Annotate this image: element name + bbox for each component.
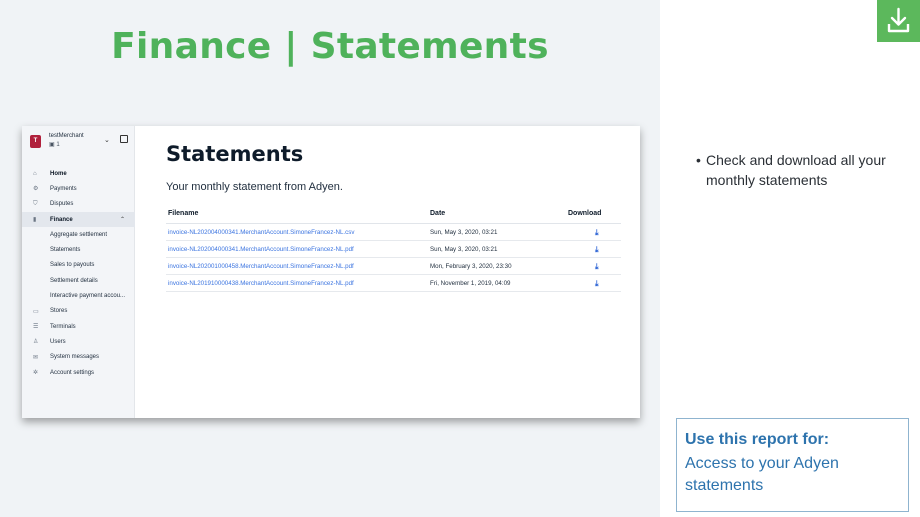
slide-title: Finance | Statements bbox=[111, 26, 549, 67]
sidebar-item-account-settings[interactable]: ✲ Account settings bbox=[22, 365, 135, 380]
column-date: Date bbox=[430, 210, 446, 217]
sidebar-item-stores[interactable]: ▭ Stores bbox=[22, 304, 135, 319]
column-filename: Filename bbox=[168, 210, 199, 217]
sidebar-item-sales-to-payouts[interactable]: Sales to payouts bbox=[22, 258, 135, 273]
sidebar-item-label: Payments bbox=[50, 185, 77, 192]
page-description: Your monthly statement from Adyen. bbox=[166, 181, 343, 193]
sidebar-item-terminals[interactable]: ☰ Terminals bbox=[22, 319, 135, 334]
bullet-point: • Check and download all your monthly st… bbox=[696, 150, 896, 190]
statement-date: Mon, February 3, 2020, 23:30 bbox=[430, 263, 512, 270]
table-row: invoice-NL202004000341.MerchantAccount.S… bbox=[166, 224, 621, 241]
settings-icon: ✲ bbox=[33, 370, 39, 376]
sidebar-item-label: Terminals bbox=[50, 323, 76, 330]
statement-file-link[interactable]: invoice-NL201910000438.MerchantAccount.S… bbox=[168, 280, 354, 287]
stores-icon: ▭ bbox=[33, 308, 39, 315]
bullet-dot: • bbox=[696, 152, 701, 168]
disputes-icon: ⛉ bbox=[33, 200, 38, 207]
download-badge bbox=[877, 0, 920, 42]
bullet-text: Check and download all your monthly stat… bbox=[706, 152, 886, 188]
statement-date: Fri, November 1, 2019, 04:09 bbox=[430, 280, 511, 287]
table-row: invoice-NL202004000341.MerchantAccount.S… bbox=[166, 241, 621, 258]
table-row: invoice-NL202001000458.MerchantAccount.S… bbox=[166, 258, 621, 275]
sidebar-item-label: Home bbox=[50, 170, 67, 177]
table-row: invoice-NL201910000438.MerchantAccount.S… bbox=[166, 275, 621, 292]
account-count: ▣ 1 bbox=[49, 141, 60, 148]
sidebar-item-interactive-payment-accou[interactable]: Interactive payment accou... bbox=[22, 288, 135, 303]
main-content: Statements Your monthly statement from A… bbox=[135, 126, 640, 418]
sidebar-item-label: Stores bbox=[50, 308, 68, 315]
home-icon: ⌂ bbox=[33, 170, 37, 177]
page-title: Statements bbox=[166, 142, 304, 166]
account-count-value: 1 bbox=[56, 142, 60, 148]
sidebar-item-label: Disputes bbox=[50, 201, 74, 208]
chevron-down-icon[interactable]: ⌄ bbox=[104, 136, 110, 144]
sidebar-item-label: Sales to payouts bbox=[50, 262, 95, 269]
account-name: testMerchant bbox=[49, 133, 84, 139]
table-body: invoice-NL202004000341.MerchantAccount.S… bbox=[166, 224, 621, 292]
sidebar-item-label: Settlement details bbox=[50, 277, 98, 284]
sidebar-item-users[interactable]: ♙ Users bbox=[22, 334, 135, 349]
sidebar-nav: ⌂ Home ⚙ Payments ⛉ Disputes ▮ Finance ⌃ Aggregat… bbox=[22, 166, 135, 380]
statement-file-link[interactable]: invoice-NL202001000458.MerchantAccount.S… bbox=[168, 263, 354, 270]
sidebar-item-label: Users bbox=[50, 338, 66, 345]
statements-table: Filename Date Download invoice-NL2020040… bbox=[166, 206, 621, 292]
sidebar-item-finance[interactable]: ▮ Finance ⌃ bbox=[22, 211, 135, 228]
download-icon bbox=[887, 7, 910, 33]
note-body: Access to your Adyen statements bbox=[685, 455, 839, 494]
download-icon[interactable]: ⤓ bbox=[595, 245, 599, 255]
terminals-icon: ☰ bbox=[33, 324, 39, 331]
sidebar-item-system-messages[interactable]: ✉ System messages bbox=[22, 350, 135, 365]
payments-icon: ⚙ bbox=[33, 186, 39, 193]
download-icon[interactable]: ⤓ bbox=[595, 262, 599, 272]
column-download: Download bbox=[568, 210, 602, 217]
sidebar-item-disputes[interactable]: ⛉ Disputes bbox=[22, 197, 135, 212]
sidebar-item-home[interactable]: ⌂ Home bbox=[22, 166, 135, 181]
statement-date: Sun, May 3, 2020, 03:21 bbox=[430, 246, 498, 253]
sidebar-item-settlement-details[interactable]: Settlement details bbox=[22, 273, 135, 288]
sidebar: T testMerchant ▣ 1 ⌄ ⌂ Home ⚙ Payments ⛉ Disp… bbox=[22, 126, 135, 418]
sidebar-item-label: Interactive payment accou... bbox=[50, 293, 126, 300]
messages-icon: ✉ bbox=[33, 354, 39, 361]
note-heading: Use this report for: bbox=[685, 431, 830, 448]
sidebar-item-label: Finance bbox=[50, 216, 73, 223]
report-use-box: Use this report for: Access to your Adye… bbox=[676, 418, 909, 512]
table-header: Filename Date Download bbox=[166, 206, 621, 224]
sidebar-item-aggregate-settlement[interactable]: Aggregate settlement bbox=[22, 227, 135, 242]
app-screenshot: T testMerchant ▣ 1 ⌄ ⌂ Home ⚙ Payments ⛉ Disp… bbox=[22, 126, 640, 418]
sidebar-item-label: Aggregate settlement bbox=[50, 231, 108, 238]
users-icon: ♙ bbox=[33, 339, 39, 346]
sidebar-toggle-icon[interactable] bbox=[120, 135, 128, 143]
account-switcher[interactable]: T testMerchant ▣ 1 ⌄ bbox=[30, 133, 130, 153]
download-icon[interactable]: ⤓ bbox=[595, 279, 599, 289]
statement-file-link[interactable]: invoice-NL202004000341.MerchantAccount.S… bbox=[168, 229, 354, 236]
avatar: T bbox=[30, 135, 41, 148]
sidebar-item-statements[interactable]: Statements bbox=[22, 242, 135, 257]
statement-file-link[interactable]: invoice-NL202004000341.MerchantAccount.S… bbox=[168, 246, 354, 253]
sidebar-item-label: System messages bbox=[50, 354, 100, 361]
download-icon[interactable]: ⤓ bbox=[595, 228, 599, 238]
chevron-up-icon: ⌃ bbox=[120, 217, 126, 224]
statement-date: Sun, May 3, 2020, 03:21 bbox=[430, 229, 498, 236]
sidebar-item-payments[interactable]: ⚙ Payments bbox=[22, 181, 135, 196]
sidebar-item-label: Statements bbox=[50, 247, 81, 254]
finance-icon: ▮ bbox=[33, 217, 37, 224]
sidebar-item-label: Account settings bbox=[50, 369, 95, 376]
